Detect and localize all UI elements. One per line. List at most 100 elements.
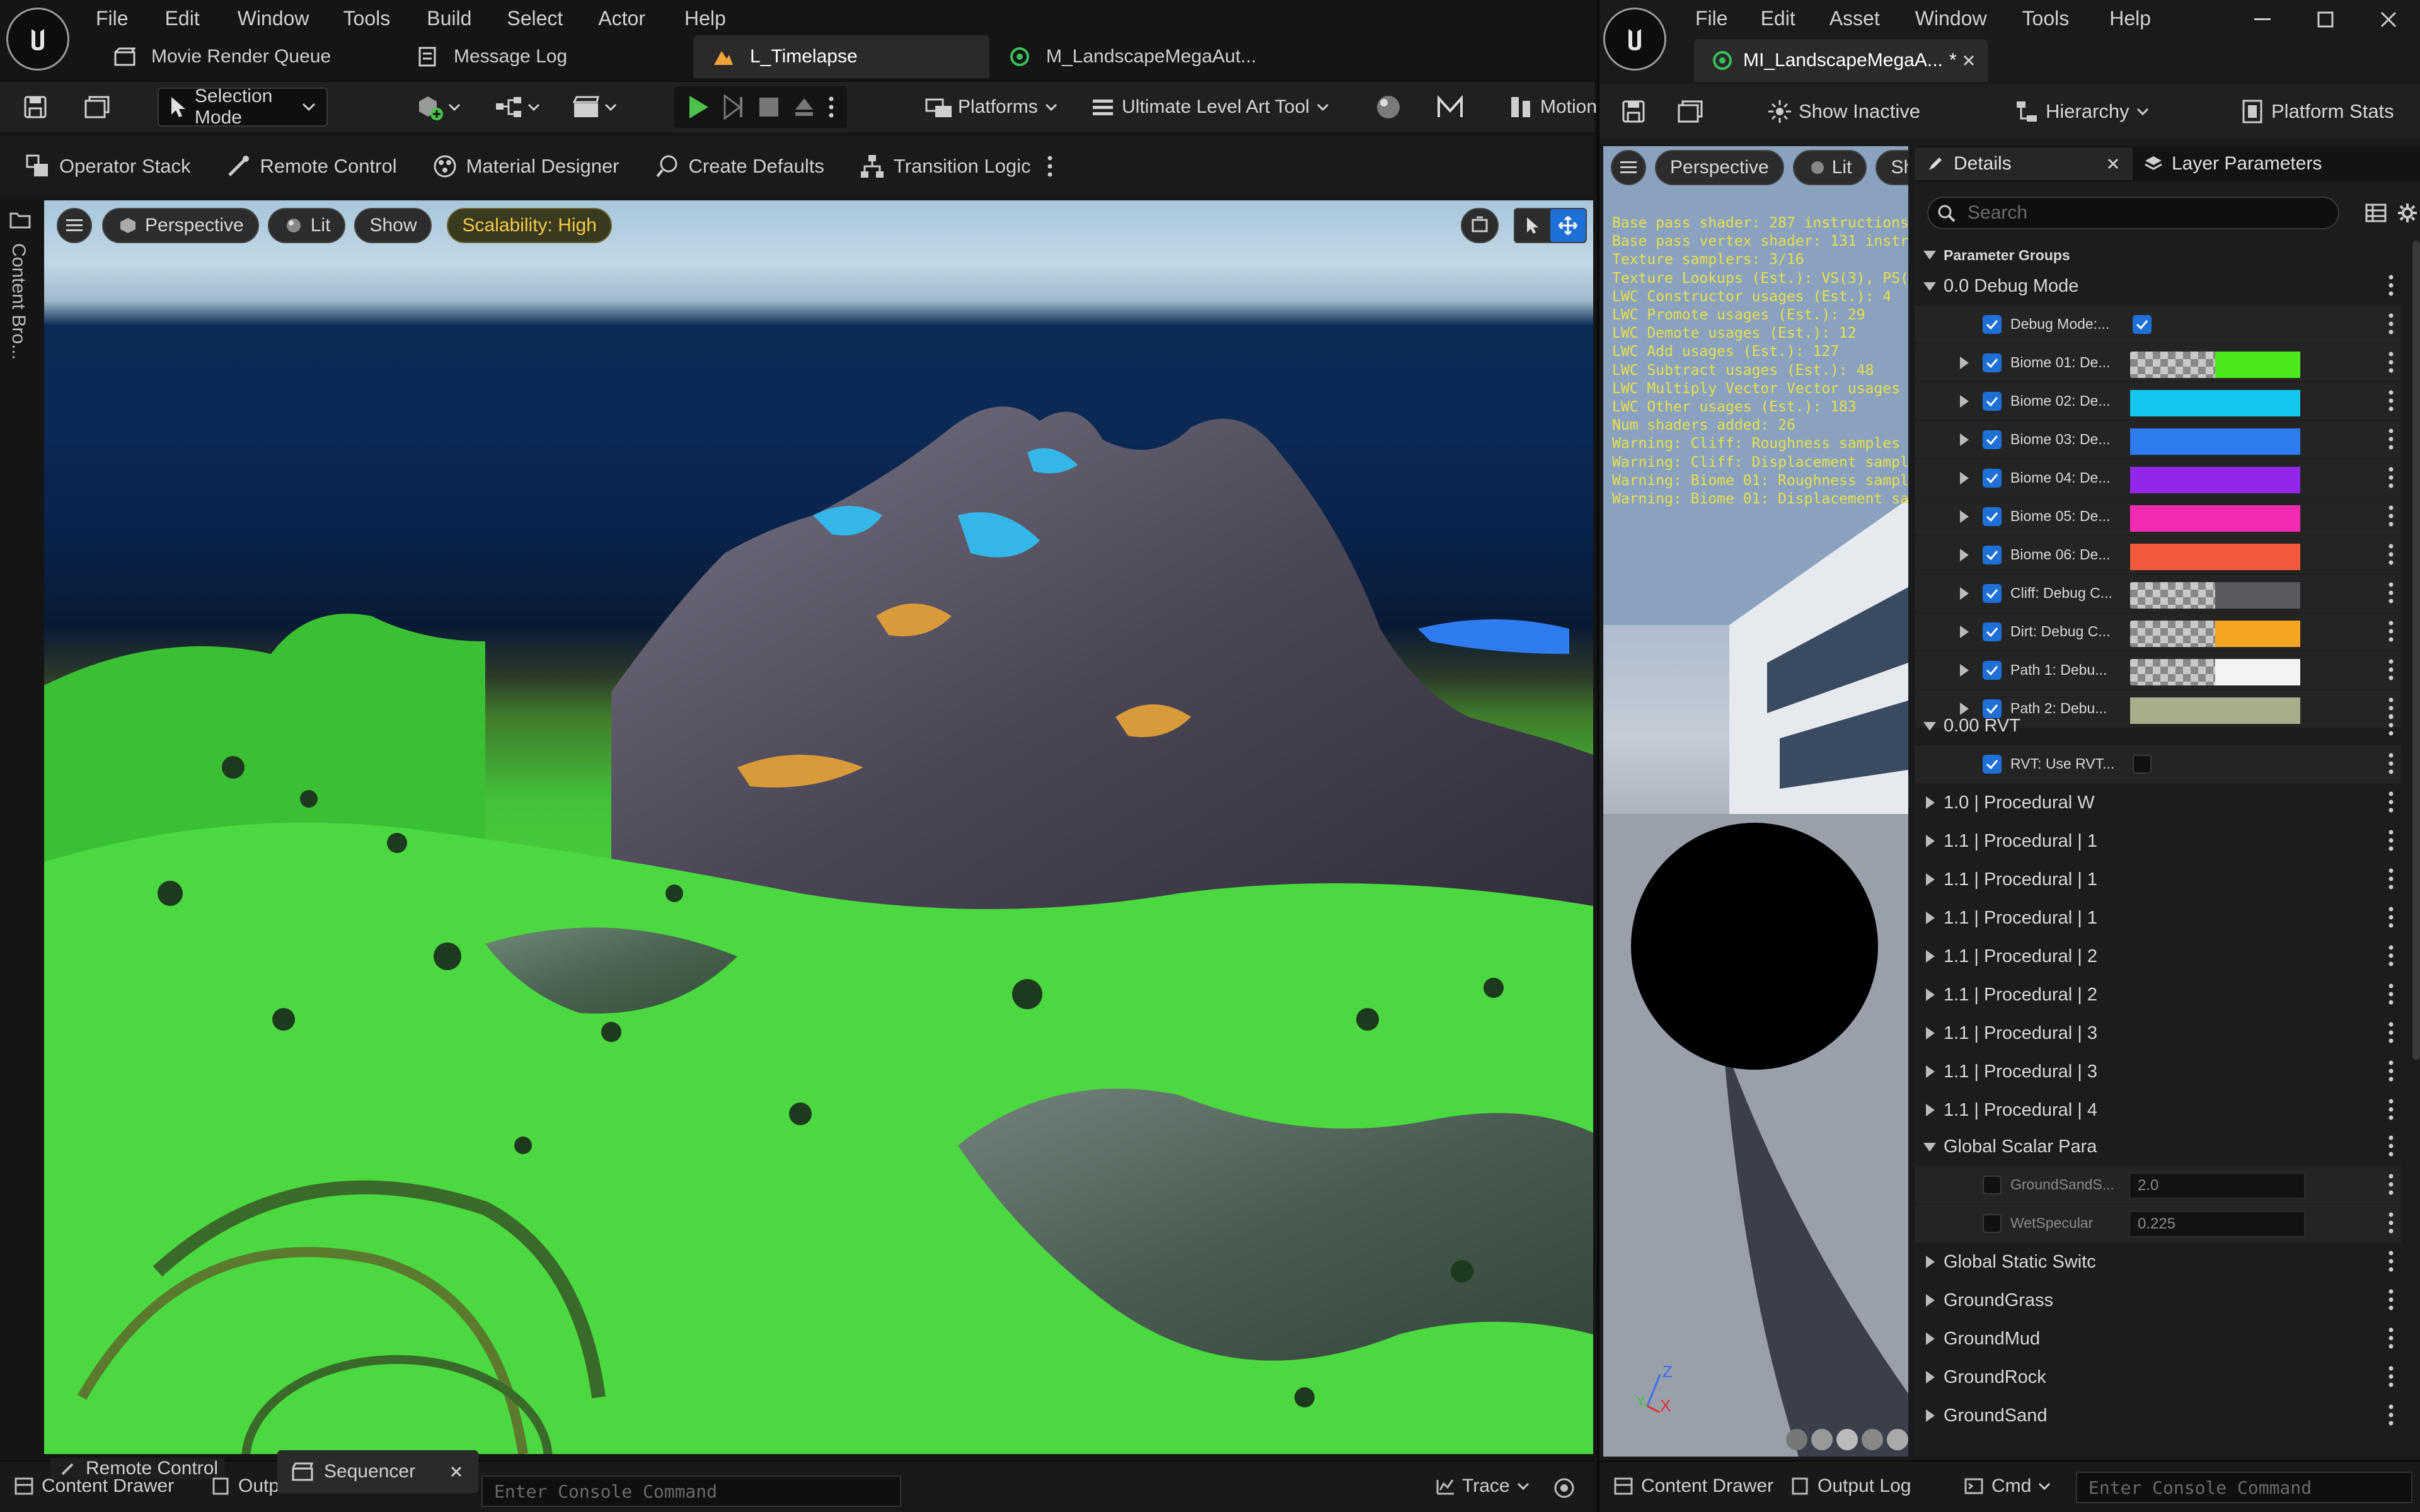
scalability-badge[interactable]: Scalability: High — [447, 208, 612, 243]
menu-tools[interactable]: Tools — [343, 7, 391, 30]
color-swatch[interactable] — [2130, 390, 2300, 416]
scalar-value-field[interactable]: 2.0 — [2129, 1172, 2305, 1199]
platform-stats-button[interactable]: Platform Stats — [2238, 99, 2394, 124]
close-icon[interactable] — [447, 1466, 466, 1477]
console-input[interactable]: Enter Console Command — [2076, 1472, 2412, 1503]
close-window-icon[interactable] — [2357, 0, 2420, 39]
row-kebab-icon[interactable] — [2388, 1212, 2397, 1235]
unreal-logo-icon[interactable] — [6, 8, 69, 71]
value-checkbox[interactable] — [2133, 315, 2152, 334]
remote-control-tab[interactable]: Remote Control — [50, 1458, 225, 1479]
row-kebab-icon[interactable] — [2388, 582, 2397, 605]
expand-arrow-icon[interactable] — [1960, 433, 1969, 446]
content-browser-side-tab[interactable]: Content Bro... — [0, 200, 42, 1454]
param-row[interactable]: Debug Mode:... — [1915, 306, 2401, 343]
menu-edit[interactable]: Edit — [165, 7, 200, 30]
details-scrollbar[interactable] — [2412, 241, 2420, 1060]
maximize-viewport-icon[interactable] — [1461, 208, 1499, 243]
enable-checkbox[interactable] — [1983, 315, 2002, 334]
create-defaults-button[interactable]: Create Defaults — [652, 151, 824, 181]
material-designer-button[interactable]: Material Designer — [430, 151, 619, 181]
remote-control-button[interactable]: Remote Control — [223, 151, 397, 181]
group-row[interactable]: 1.1 | Procedural | 2 — [1915, 937, 2401, 975]
tab-message-log[interactable]: Message Log — [397, 35, 693, 78]
color-swatch[interactable] — [2130, 352, 2300, 378]
group-row[interactable]: 1.1 | Procedural | 3 — [1915, 1014, 2401, 1052]
cube-preview-icon[interactable] — [1862, 1429, 1883, 1450]
preview-show-button[interactable]: Sho — [1876, 150, 1908, 185]
param-row[interactable]: Biome 01: De... — [1915, 344, 2401, 382]
row-kebab-icon[interactable] — [2388, 467, 2397, 490]
derived-data-icon[interactable] — [1552, 1475, 1577, 1501]
enable-checkbox[interactable] — [1983, 755, 2002, 774]
enable-checkbox[interactable] — [1983, 546, 2002, 564]
param-row[interactable]: Biome 05: De... — [1915, 498, 2401, 536]
sphere-icon[interactable] — [1370, 89, 1407, 125]
enable-checkbox[interactable] — [1983, 622, 2002, 641]
sequencer-tab[interactable]: Sequencer — [277, 1450, 479, 1493]
modeling-m-icon[interactable] — [1432, 89, 1468, 125]
ultimate-level-art-tool-dropdown[interactable]: Ultimate Level Art Tool — [1078, 88, 1342, 127]
menu-asset[interactable]: Asset — [1829, 7, 1880, 30]
row-kebab-icon[interactable] — [2388, 352, 2397, 374]
show-button[interactable]: Show — [354, 208, 432, 243]
eject-icon[interactable] — [786, 89, 822, 125]
param-row[interactable]: Cliff: Debug C... — [1915, 575, 2401, 612]
expand-arrow-icon[interactable] — [1960, 549, 1969, 561]
tab-layer-parameters[interactable]: Layer Parameters — [2133, 147, 2332, 180]
add-actor-dropdown[interactable] — [413, 91, 463, 123]
output-log-button[interactable]: Outp — [209, 1475, 279, 1497]
tab-level-timelapse[interactable]: L_Timelapse — [693, 35, 989, 78]
color-swatch[interactable] — [2130, 505, 2300, 532]
hierarchy-dropdown[interactable]: Hierarchy — [2013, 99, 2152, 124]
expand-arrow-icon[interactable] — [1960, 587, 1969, 600]
level-viewport[interactable]: Perspective Lit Show Scalability: High — [44, 200, 1593, 1454]
group-row[interactable]: GroundGrass — [1915, 1281, 2401, 1319]
menu-help[interactable]: Help — [2109, 7, 2151, 30]
group-row[interactable]: GroundMud — [1915, 1320, 2401, 1358]
row-kebab-icon[interactable] — [2388, 659, 2397, 682]
group-global-scalar[interactable]: Global Scalar Para — [1915, 1128, 2401, 1166]
group-row[interactable]: 1.1 | Procedural | 2 — [1915, 976, 2401, 1014]
group-row[interactable]: GroundRock — [1915, 1358, 2401, 1396]
enable-checkbox[interactable] — [1983, 661, 2002, 680]
value-checkbox[interactable] — [2133, 755, 2152, 774]
group-row[interactable]: 1.1 | Procedural | 1 — [1915, 861, 2401, 898]
row-kebab-icon[interactable] — [2388, 1327, 2397, 1350]
enable-checkbox[interactable] — [1983, 584, 2002, 603]
platforms-dropdown[interactable]: Platforms — [914, 88, 1071, 127]
enable-checkbox[interactable] — [1983, 353, 2002, 372]
menu-build[interactable]: Build — [427, 7, 471, 30]
table-view-icon[interactable] — [2363, 200, 2388, 226]
row-kebab-icon[interactable] — [2388, 1022, 2397, 1045]
move-icon[interactable] — [1550, 209, 1586, 242]
teapot-preview-icon[interactable] — [1887, 1429, 1908, 1450]
row-kebab-icon[interactable] — [2388, 275, 2397, 297]
row-kebab-icon[interactable] — [2388, 983, 2397, 1006]
menu-window[interactable]: Window — [1915, 7, 1987, 30]
row-kebab-icon[interactable] — [2388, 1366, 2397, 1389]
preview-lit-button[interactable]: Lit — [1792, 150, 1867, 185]
material-preview-viewport[interactable]: Perspective Lit Sho Base pass shader: 28… — [1603, 146, 1908, 1457]
close-icon[interactable] — [2104, 158, 2123, 169]
param-row[interactable]: Biome 06: De... — [1915, 536, 2401, 574]
group-row[interactable]: Global Static Switc — [1915, 1243, 2401, 1281]
step-forward-icon[interactable] — [716, 89, 751, 125]
expand-arrow-icon[interactable] — [1960, 395, 1969, 408]
color-swatch[interactable] — [2130, 621, 2300, 647]
group-row[interactable]: 1.1 | Procedural | 1 — [1915, 822, 2401, 860]
group-debug-mode[interactable]: 0.0 Debug Mode — [1915, 267, 2401, 305]
select-arrow-icon[interactable] — [1515, 209, 1550, 242]
enable-checkbox[interactable] — [1983, 1214, 2002, 1233]
enable-checkbox[interactable] — [1983, 1176, 2002, 1194]
browse-icon[interactable] — [1674, 95, 1709, 128]
show-inactive-button[interactable]: Show Inactive — [1766, 99, 1920, 124]
motion-button[interactable]: Motion — [1496, 88, 1607, 127]
menu-edit[interactable]: Edit — [1761, 7, 1795, 30]
menu-select[interactable]: Select — [507, 7, 563, 30]
transition-logic-button[interactable]: Transition Logic — [857, 151, 1031, 181]
preview-menu-button[interactable] — [1611, 150, 1646, 185]
save-icon[interactable] — [19, 91, 52, 123]
minimize-icon[interactable] — [2231, 0, 2294, 39]
viewport-menu-button[interactable] — [57, 208, 92, 243]
